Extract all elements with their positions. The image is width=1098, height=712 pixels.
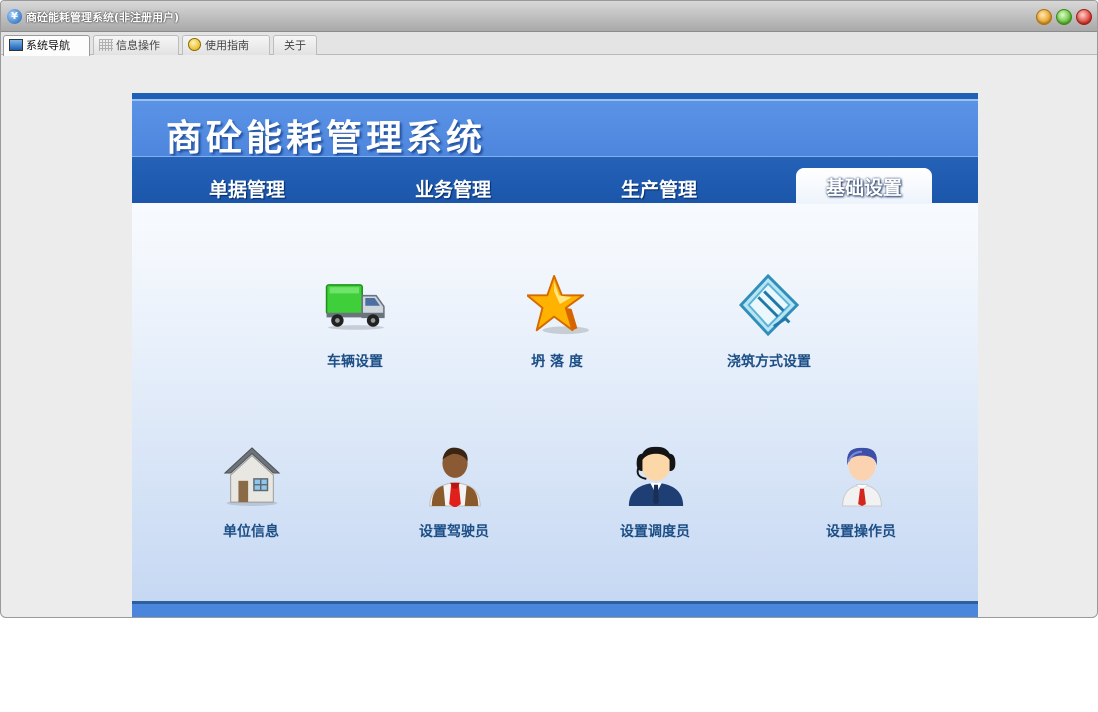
tile-set-dispatcher[interactable]: 设置调度员 xyxy=(585,443,725,553)
module-navbar: 单据管理 业务管理 生产管理 基础设置 xyxy=(132,156,978,204)
monitor-icon xyxy=(9,39,23,51)
maximize-button[interactable] xyxy=(1056,9,1072,25)
house-icon xyxy=(223,447,281,506)
tile-pouring-method[interactable]: 浇筑方式设置 xyxy=(699,273,839,383)
grid-icon xyxy=(99,39,113,51)
guide-icon xyxy=(188,38,201,51)
main-panel: 商砼能耗管理系统 单据管理 业务管理 生产管理 基础设置 车辆设置 坍 落 度 … xyxy=(132,93,978,617)
tile-label: 浇筑方式设置 xyxy=(727,354,811,370)
tab-about[interactable]: 关于 xyxy=(273,35,317,55)
tab-system-nav[interactable]: 系统导航 xyxy=(3,35,90,56)
nav-production-management[interactable]: 生产管理 xyxy=(591,173,727,204)
tab-user-guide[interactable]: 使用指南 xyxy=(182,35,270,55)
operator-icon xyxy=(842,447,882,507)
tile-vehicle-settings[interactable]: 车辆设置 xyxy=(285,273,425,383)
tile-slump[interactable]: 坍 落 度 xyxy=(487,273,627,383)
tile-label: 单位信息 xyxy=(223,524,279,540)
tab-strip: 系统导航 信息操作 使用指南 关于 xyxy=(1,32,1097,56)
star-icon xyxy=(527,274,589,335)
truck-icon xyxy=(325,284,385,330)
tab-label: 关于 xyxy=(284,39,306,52)
system-header: 商砼能耗管理系统 xyxy=(132,99,978,159)
nav-basic-settings[interactable]: 基础设置 xyxy=(796,168,932,204)
tile-label: 车辆设置 xyxy=(327,354,383,370)
diamond-icon xyxy=(739,273,800,337)
title-bar[interactable]: ¥ 商砼能耗管理系统(非注册用户) xyxy=(1,1,1097,32)
system-title: 商砼能耗管理系统 xyxy=(166,118,487,159)
close-button[interactable] xyxy=(1076,9,1092,25)
dispatcher-icon xyxy=(628,446,684,506)
app-window: ¥ 商砼能耗管理系统(非注册用户) 系统导航 信息操作 使用指南 关于 商砼能耗… xyxy=(0,0,1098,618)
tile-label: 设置驾驶员 xyxy=(419,524,489,540)
tab-label: 信息操作 xyxy=(116,39,160,52)
nav-business-management[interactable]: 业务管理 xyxy=(385,173,521,204)
window-title: 商砼能耗管理系统(非注册用户) xyxy=(26,11,180,24)
tab-info-ops[interactable]: 信息操作 xyxy=(93,35,179,55)
tab-label: 系统导航 xyxy=(26,39,70,52)
app-logo-icon: ¥ xyxy=(7,9,22,24)
nav-document-management[interactable]: 单据管理 xyxy=(179,173,315,204)
tile-set-operator[interactable]: 设置操作员 xyxy=(791,443,931,553)
minimize-button[interactable] xyxy=(1036,9,1052,25)
tile-label: 设置调度员 xyxy=(620,524,690,540)
tile-unit-info[interactable]: 单位信息 xyxy=(181,443,321,553)
tile-set-driver[interactable]: 设置驾驶员 xyxy=(384,443,524,553)
driver-icon xyxy=(429,447,481,507)
tab-label: 使用指南 xyxy=(205,39,249,52)
tile-label: 坍 落 度 xyxy=(531,354,583,370)
tile-label: 设置操作员 xyxy=(826,524,896,540)
panel-bottom-strip xyxy=(132,601,978,617)
